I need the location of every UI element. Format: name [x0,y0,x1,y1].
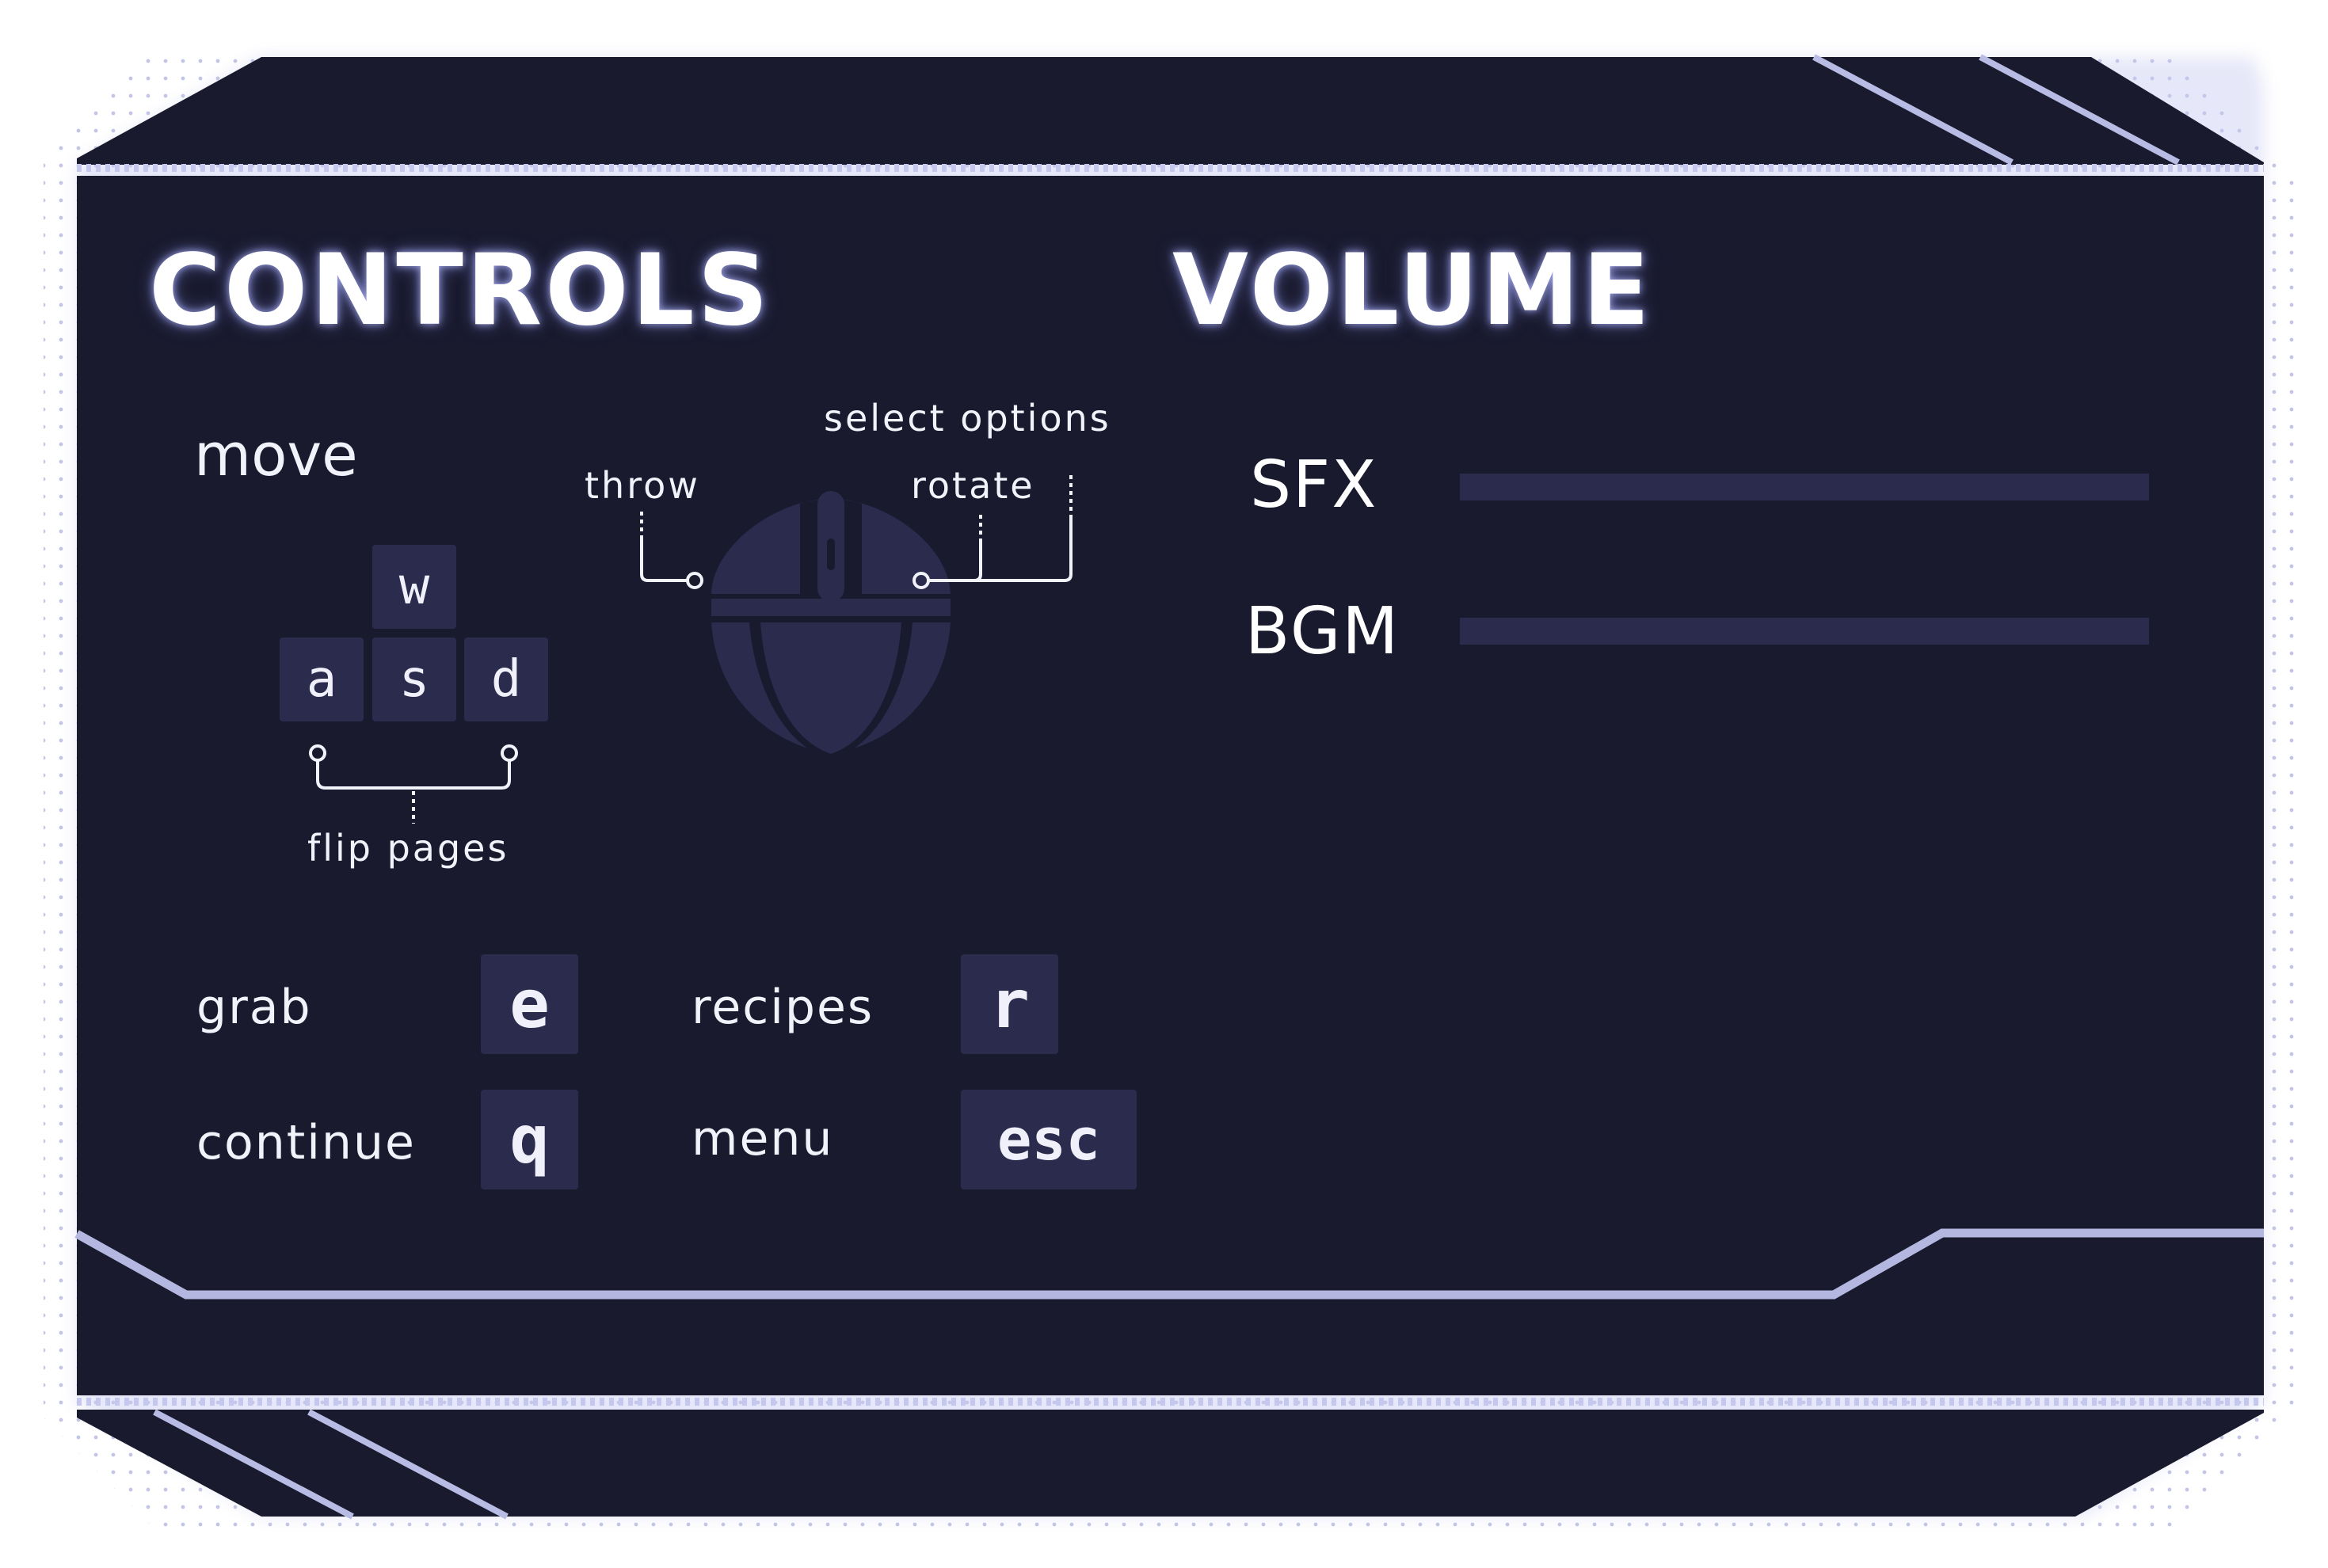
key-r: r [961,954,1058,1054]
recipes-label: recipes [692,980,874,1035]
key-w: w [372,545,456,629]
key-d: d [464,637,548,721]
controls-screen: CONTROLS VOLUME move w a s d flip pages [0,0,2328,1568]
bgm-slider[interactable] [1460,618,2149,645]
key-s: s [372,637,456,721]
move-label: move [194,421,358,489]
sfx-label: SFX [1250,447,1378,523]
key-q: q [481,1090,578,1189]
rotate-label: rotate [911,464,1035,507]
key-a: a [280,637,364,721]
key-esc: esc [961,1090,1137,1189]
controls-title: CONTROLS [149,234,772,348]
flip-pages-bracket [309,744,518,824]
continue-label: continue [196,1115,416,1170]
select-options-label: select options [824,397,1111,440]
grab-label: grab [196,980,312,1035]
bgm-label: BGM [1245,594,1400,669]
menu-label: menu [692,1111,834,1166]
flip-pages-label: flip pages [307,827,509,870]
key-e: e [481,954,578,1054]
sfx-slider[interactable] [1460,474,2149,500]
mouse-icon [711,491,951,754]
throw-label: throw [585,464,700,507]
volume-title: VOLUME [1172,234,1653,348]
